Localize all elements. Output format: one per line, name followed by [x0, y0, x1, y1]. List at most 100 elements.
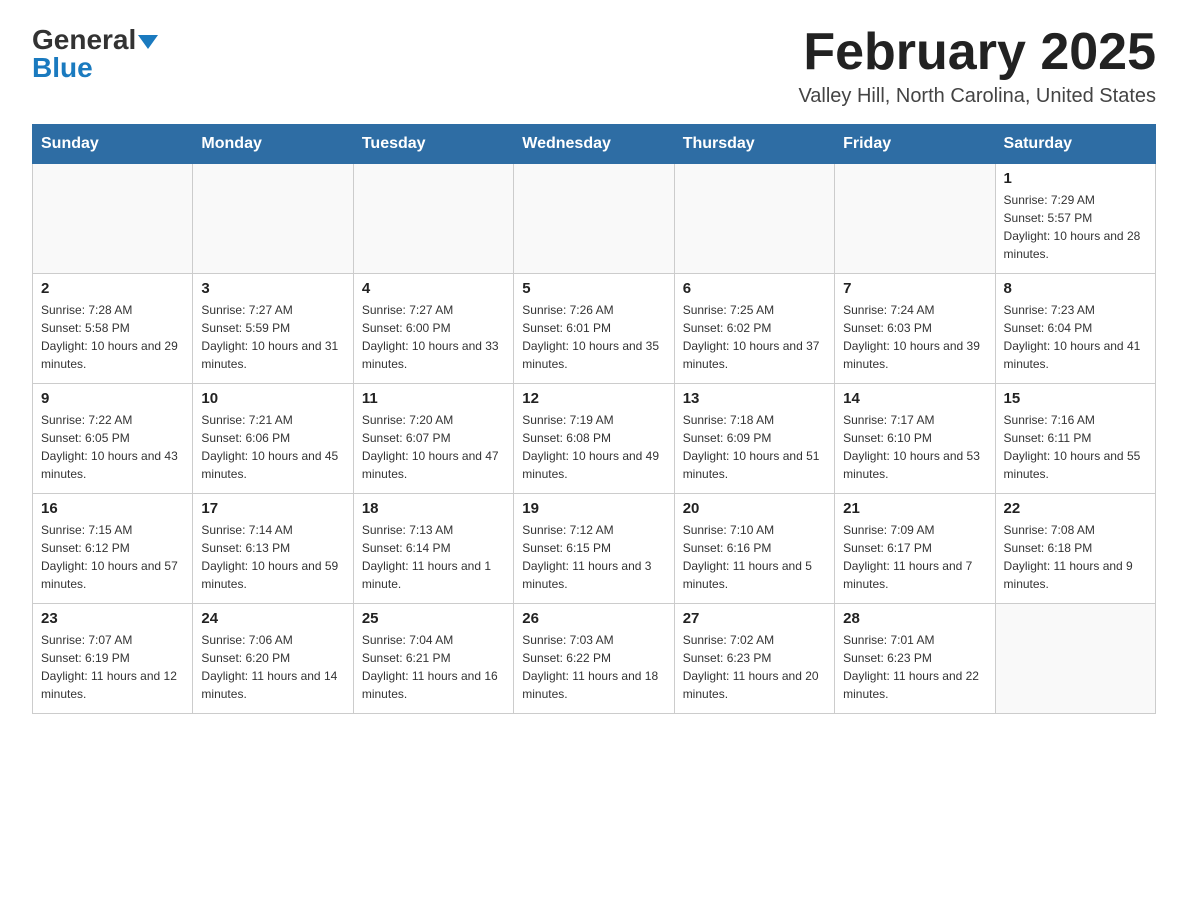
logo-triangle-icon [136, 31, 158, 49]
day-number: 13 [683, 390, 826, 407]
day-number: 19 [522, 500, 665, 517]
calendar-cell: 25 Sunrise: 7:04 AMSunset: 6:21 PMDayligh… [353, 604, 513, 714]
calendar-cell: 9Sunrise: 7:22 AMSunset: 6:05 PMDaylight… [33, 384, 193, 494]
calendar-cell: 10 Sunrise: 7:21 AMSunset: 6:06 PMDayligh… [193, 384, 353, 494]
day-number: 26 [522, 610, 665, 627]
day-info: Sunrise: 7:07 AMSunset: 6:19 PMDaylight:… [41, 631, 184, 703]
day-number: 6 [683, 280, 826, 297]
calendar-cell: 22 Sunrise: 7:08 AMSunset: 6:18 PMDayligh… [995, 494, 1155, 604]
calendar-cell: 26 Sunrise: 7:03 AMSunset: 6:22 PMDayligh… [514, 604, 674, 714]
day-number: 14 [843, 390, 986, 407]
calendar-cell: 15 Sunrise: 7:16 AMSunset: 6:11 PMDayligh… [995, 384, 1155, 494]
day-info: Sunrise: 7:13 AMSunset: 6:14 PMDaylight:… [362, 521, 505, 593]
calendar-cell: 2Sunrise: 7:28 AMSunset: 5:58 PMDaylight… [33, 274, 193, 384]
calendar-cell: 21Sunrise: 7:09 AMSunset: 6:17 PMDayligh… [835, 494, 995, 604]
day-info: Sunrise: 7:27 AMSunset: 6:00 PMDaylight:… [362, 301, 505, 373]
day-number: 28 [843, 610, 986, 627]
day-number: 7 [843, 280, 986, 297]
day-info: Sunrise: 7:29 AMSunset: 5:57 PMDaylight:… [1004, 191, 1147, 263]
day-number: 3 [201, 280, 344, 297]
calendar-week-row: 1 Sunrise: 7:29 AMSunset: 5:57 PMDaylight… [33, 164, 1156, 274]
calendar-cell [674, 164, 834, 274]
calendar-cell: 17Sunrise: 7:14 AMSunset: 6:13 PMDayligh… [193, 494, 353, 604]
weekday-header-monday: Monday [193, 125, 353, 164]
day-number: 12 [522, 390, 665, 407]
calendar-cell: 24 Sunrise: 7:06 AMSunset: 6:20 PMDayligh… [193, 604, 353, 714]
calendar-cell: 18 Sunrise: 7:13 AMSunset: 6:14 PMDayligh… [353, 494, 513, 604]
weekday-header-row: SundayMondayTuesdayWednesdayThursdayFrid… [33, 125, 1156, 164]
day-number: 20 [683, 500, 826, 517]
day-info: Sunrise: 7:24 AMSunset: 6:03 PMDaylight:… [843, 301, 986, 373]
calendar-cell: 4 Sunrise: 7:27 AMSunset: 6:00 PMDaylight… [353, 274, 513, 384]
day-info: Sunrise: 7:01 AMSunset: 6:23 PMDaylight:… [843, 631, 986, 703]
calendar-cell [193, 164, 353, 274]
weekday-header-thursday: Thursday [674, 125, 834, 164]
day-number: 25 [362, 610, 505, 627]
calendar-cell: 23 Sunrise: 7:07 AMSunset: 6:19 PMDayligh… [33, 604, 193, 714]
day-number: 1 [1004, 170, 1147, 187]
day-info: Sunrise: 7:04 AMSunset: 6:21 PMDaylight:… [362, 631, 505, 703]
calendar-cell: 6 Sunrise: 7:25 AMSunset: 6:02 PMDaylight… [674, 274, 834, 384]
day-number: 16 [41, 500, 184, 517]
day-number: 24 [201, 610, 344, 627]
day-info: Sunrise: 7:23 AMSunset: 6:04 PMDaylight:… [1004, 301, 1147, 373]
weekday-header-tuesday: Tuesday [353, 125, 513, 164]
weekday-header-saturday: Saturday [995, 125, 1155, 164]
calendar-table: SundayMondayTuesdayWednesdayThursdayFrid… [32, 124, 1156, 714]
calendar-cell: 19 Sunrise: 7:12 AMSunset: 6:15 PMDayligh… [514, 494, 674, 604]
day-info: Sunrise: 7:08 AMSunset: 6:18 PMDaylight:… [1004, 521, 1147, 593]
calendar-cell: 28 Sunrise: 7:01 AMSunset: 6:23 PMDayligh… [835, 604, 995, 714]
weekday-header-wednesday: Wednesday [514, 125, 674, 164]
calendar-cell [835, 164, 995, 274]
calendar-week-row: 16Sunrise: 7:15 AMSunset: 6:12 PMDayligh… [33, 494, 1156, 604]
day-number: 11 [362, 390, 505, 407]
day-info: Sunrise: 7:28 AMSunset: 5:58 PMDaylight:… [41, 301, 184, 373]
calendar-cell: 12Sunrise: 7:19 AMSunset: 6:08 PMDayligh… [514, 384, 674, 494]
calendar-cell: 8 Sunrise: 7:23 AMSunset: 6:04 PMDaylight… [995, 274, 1155, 384]
calendar-cell: 20 Sunrise: 7:10 AMSunset: 6:16 PMDayligh… [674, 494, 834, 604]
day-number: 18 [362, 500, 505, 517]
calendar-cell [995, 604, 1155, 714]
day-info: Sunrise: 7:03 AMSunset: 6:22 PMDaylight:… [522, 631, 665, 703]
calendar-cell: 27 Sunrise: 7:02 AMSunset: 6:23 PMDayligh… [674, 604, 834, 714]
calendar-cell [514, 164, 674, 274]
weekday-header-friday: Friday [835, 125, 995, 164]
calendar-cell: 13 Sunrise: 7:18 AMSunset: 6:09 PMDayligh… [674, 384, 834, 494]
day-info: Sunrise: 7:16 AMSunset: 6:11 PMDaylight:… [1004, 411, 1147, 483]
day-info: Sunrise: 7:22 AMSunset: 6:05 PMDaylight:… [41, 411, 184, 483]
calendar-cell: 5 Sunrise: 7:26 AMSunset: 6:01 PMDaylight… [514, 274, 674, 384]
calendar-cell: 3 Sunrise: 7:27 AMSunset: 5:59 PMDaylight… [193, 274, 353, 384]
day-info: Sunrise: 7:12 AMSunset: 6:15 PMDaylight:… [522, 521, 665, 593]
title-section: February 2025 Valley Hill, North Carolin… [798, 24, 1156, 108]
day-info: Sunrise: 7:14 AMSunset: 6:13 PMDaylight:… [201, 521, 344, 593]
weekday-header-sunday: Sunday [33, 125, 193, 164]
day-number: 23 [41, 610, 184, 627]
calendar-cell: 16Sunrise: 7:15 AMSunset: 6:12 PMDayligh… [33, 494, 193, 604]
calendar-cell: 11 Sunrise: 7:20 AMSunset: 6:07 PMDayligh… [353, 384, 513, 494]
day-info: Sunrise: 7:06 AMSunset: 6:20 PMDaylight:… [201, 631, 344, 703]
day-info: Sunrise: 7:10 AMSunset: 6:16 PMDaylight:… [683, 521, 826, 593]
day-number: 4 [362, 280, 505, 297]
day-info: Sunrise: 7:18 AMSunset: 6:09 PMDaylight:… [683, 411, 826, 483]
day-info: Sunrise: 7:26 AMSunset: 6:01 PMDaylight:… [522, 301, 665, 373]
day-info: Sunrise: 7:02 AMSunset: 6:23 PMDaylight:… [683, 631, 826, 703]
day-number: 10 [201, 390, 344, 407]
calendar-cell: 1 Sunrise: 7:29 AMSunset: 5:57 PMDaylight… [995, 164, 1155, 274]
day-number: 21 [843, 500, 986, 517]
page-header: General Blue February 2025 Valley Hill, … [32, 24, 1156, 108]
day-number: 5 [522, 280, 665, 297]
day-number: 27 [683, 610, 826, 627]
day-info: Sunrise: 7:17 AMSunset: 6:10 PMDaylight:… [843, 411, 986, 483]
day-number: 8 [1004, 280, 1147, 297]
calendar-cell: 7 Sunrise: 7:24 AMSunset: 6:03 PMDaylight… [835, 274, 995, 384]
day-info: Sunrise: 7:25 AMSunset: 6:02 PMDaylight:… [683, 301, 826, 373]
calendar-cell [353, 164, 513, 274]
day-info: Sunrise: 7:20 AMSunset: 6:07 PMDaylight:… [362, 411, 505, 483]
logo: General Blue [32, 24, 158, 84]
day-info: Sunrise: 7:27 AMSunset: 5:59 PMDaylight:… [201, 301, 344, 373]
day-info: Sunrise: 7:21 AMSunset: 6:06 PMDaylight:… [201, 411, 344, 483]
month-title: February 2025 [798, 24, 1156, 81]
day-number: 22 [1004, 500, 1147, 517]
day-number: 15 [1004, 390, 1147, 407]
calendar-week-row: 23 Sunrise: 7:07 AMSunset: 6:19 PMDayligh… [33, 604, 1156, 714]
